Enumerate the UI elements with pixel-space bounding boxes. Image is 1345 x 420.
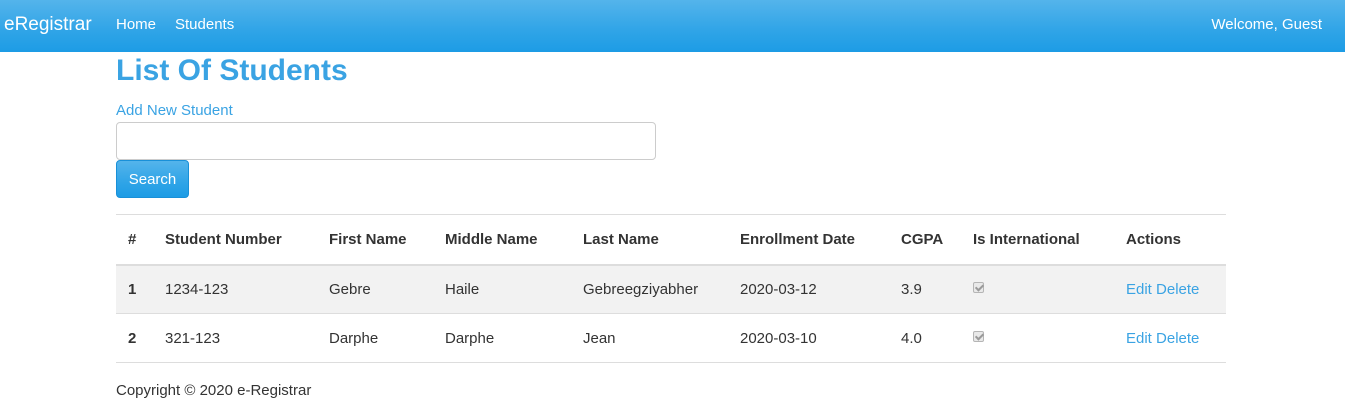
row-student-number: 321-123 [165, 329, 221, 347]
table-header-row: # Student Number First Name Middle Name … [116, 214, 1226, 265]
header-first-name: First Name [329, 230, 407, 248]
row-index: 2 [128, 329, 137, 347]
page-title: List Of Students [116, 54, 348, 87]
international-checkbox [973, 282, 984, 294]
header-student-number: Student Number [165, 230, 282, 248]
row-first-name: Gebre [329, 280, 371, 298]
header-actions: Actions [1126, 230, 1182, 248]
row-middle-name: Haile [445, 280, 480, 298]
row-last-name: Gebreegziyabher [583, 280, 699, 298]
row-enrollment-date: 2020-03-10 [740, 329, 817, 347]
brand-link[interactable]: eRegistrar [4, 14, 92, 36]
edit-link[interactable]: Edit [1126, 281, 1152, 298]
row-actions: Edit Delete [1114, 314, 1226, 363]
nav-link-students[interactable]: Students [175, 16, 234, 33]
row-cgpa: 3.9 [901, 280, 922, 298]
edit-link[interactable]: Edit [1126, 330, 1152, 347]
international-checkbox [973, 331, 984, 343]
search-button[interactable]: Search [116, 160, 189, 198]
table-row: 2 321-123 Darphe Darphe Jean 2020-03-10 … [116, 314, 1226, 363]
row-cgpa: 4.0 [901, 329, 922, 347]
navbar: eRegistrar Home Students Welcome, Guest [0, 0, 1345, 52]
header-middle-name: Middle Name [445, 230, 538, 248]
row-is-international [961, 314, 1114, 363]
header-last-name: Last Name [583, 230, 659, 248]
header-is-international: Is International [973, 230, 1080, 248]
header-index: # [128, 230, 137, 248]
row-index: 1 [128, 280, 137, 298]
search-input[interactable] [116, 122, 656, 160]
add-new-student-link[interactable]: Add New Student [116, 102, 233, 119]
row-student-number: 1234-123 [165, 280, 229, 298]
header-enrollment-date: Enrollment Date [740, 230, 856, 248]
delete-link[interactable]: Delete [1156, 281, 1199, 298]
row-middle-name: Darphe [445, 329, 495, 347]
delete-link[interactable]: Delete [1156, 330, 1199, 347]
row-actions: Edit Delete [1114, 265, 1226, 314]
students-table: # Student Number First Name Middle Name … [116, 214, 1226, 363]
footer-copyright: Copyright © 2020 e-Registrar [116, 382, 312, 399]
table-row: 1 1234-123 Gebre Haile Gebreegziyabher 2… [116, 264, 1226, 314]
welcome-text: Welcome, Guest [1211, 16, 1322, 33]
row-last-name: Jean [583, 329, 616, 347]
row-is-international [961, 265, 1114, 314]
nav-link-home[interactable]: Home [116, 16, 156, 33]
students-table-container: # Student Number First Name Middle Name … [116, 214, 1226, 363]
row-first-name: Darphe [329, 329, 379, 347]
row-enrollment-date: 2020-03-12 [740, 280, 817, 298]
header-cgpa: CGPA [901, 230, 944, 248]
